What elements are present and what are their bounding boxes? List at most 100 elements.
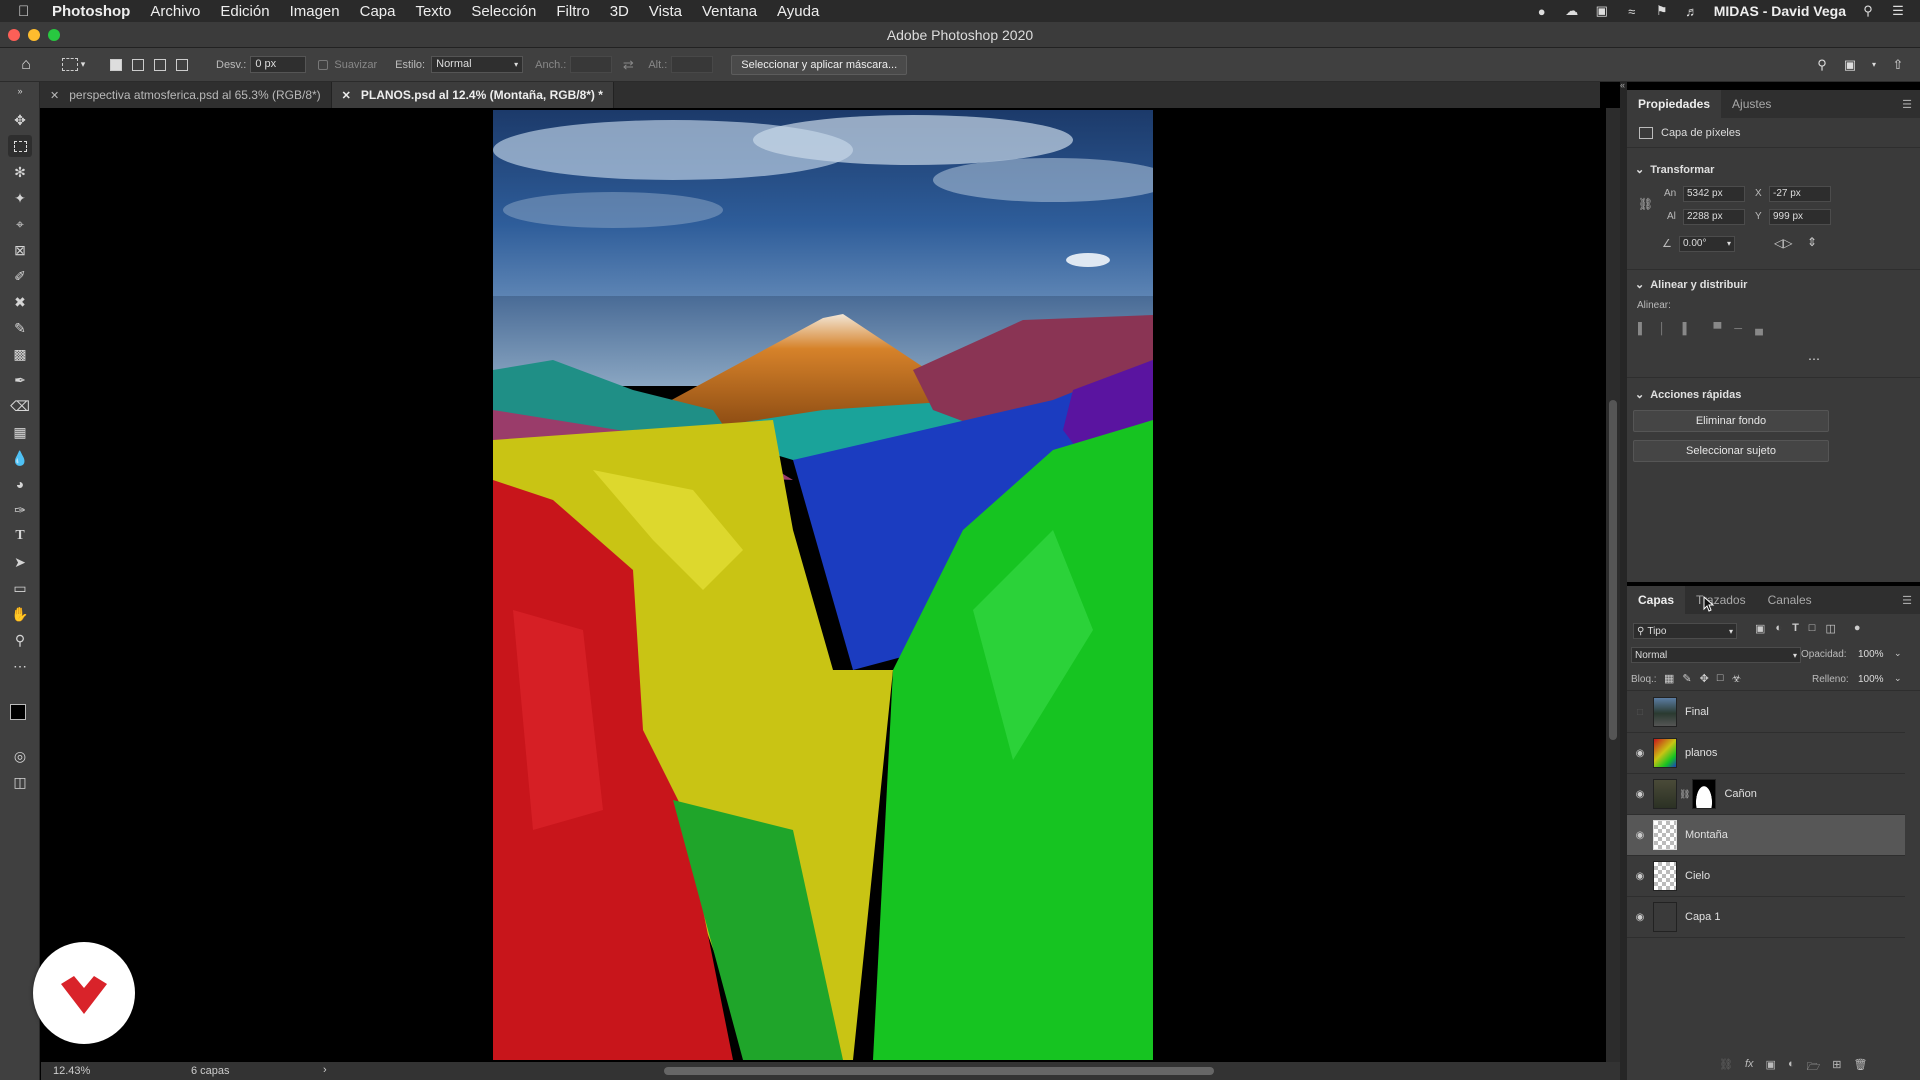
rectangle-tool-icon[interactable]: ▭ xyxy=(8,577,32,599)
link-dimensions-icon[interactable]: ⛓ xyxy=(1638,197,1653,211)
chevron-down-icon[interactable]: ▾ xyxy=(1870,58,1878,72)
eye-icon[interactable]: ◉ xyxy=(1627,912,1653,923)
lock-transparency-icon[interactable]: ▦ xyxy=(1664,672,1674,685)
close-icon[interactable]: ✕ xyxy=(342,89,351,102)
feather-input[interactable]: 0 px xyxy=(250,56,307,73)
new-group-icon[interactable]: 🗁 xyxy=(1807,1058,1821,1077)
layer-mask-thumbnail[interactable] xyxy=(1692,779,1717,809)
flip-horizontal-icon[interactable]: ◁▷ xyxy=(1774,236,1792,250)
zoom-level[interactable]: 12.43% xyxy=(53,1065,90,1077)
align-left-icon[interactable]: ▌ xyxy=(1638,323,1646,335)
vertical-scroll-thumb[interactable] xyxy=(1609,400,1617,740)
layer-row-canon[interactable]: ◉ ⛓ Cañon xyxy=(1627,774,1905,815)
delete-layer-icon[interactable]: 🗑 xyxy=(1853,1058,1867,1077)
lock-artboard-icon[interactable]: □ xyxy=(1717,672,1724,685)
dodge-tool-icon[interactable]: ◕ xyxy=(8,473,32,495)
marquee-preset-icon[interactable] xyxy=(62,58,78,71)
menu-vista[interactable]: Vista xyxy=(649,3,682,20)
more-tools-icon[interactable]: ⋯ xyxy=(8,655,32,677)
menu-capa[interactable]: Capa xyxy=(360,3,396,20)
align-bottom-icon[interactable]: ▄ xyxy=(1755,323,1763,335)
remove-background-button[interactable]: Eliminar fondo xyxy=(1633,410,1829,432)
layer-name[interactable]: Montaña xyxy=(1685,829,1728,841)
blur-tool-icon[interactable]: 💧 xyxy=(8,447,32,469)
volume-icon[interactable]: ♬ xyxy=(1684,4,1700,19)
display-icon[interactable]: ▣ xyxy=(1594,3,1610,18)
menu-edicion[interactable]: Edición xyxy=(220,3,269,20)
wifi-icon[interactable]: ≈ xyxy=(1624,4,1640,19)
close-icon[interactable]: ✕ xyxy=(50,89,59,102)
more-options-icon[interactable]: ⋯ xyxy=(1808,352,1820,366)
align-center-v-icon[interactable]: ─ xyxy=(1734,323,1742,335)
clone-stamp-tool-icon[interactable]: ▩ xyxy=(8,343,32,365)
menu-texto[interactable]: Texto xyxy=(415,3,451,20)
path-selection-tool-icon[interactable]: ➤ xyxy=(8,551,32,573)
align-center-h-icon[interactable]: │ xyxy=(1659,323,1666,335)
tab-layers[interactable]: Capas xyxy=(1627,586,1686,614)
flip-vertical-icon[interactable]: ⇕ xyxy=(1807,235,1817,249)
layer-name[interactable]: planos xyxy=(1685,747,1717,759)
zoom-window-icon[interactable] xyxy=(48,29,60,41)
width-input[interactable] xyxy=(570,56,613,73)
new-layer-icon[interactable]: ⊞ xyxy=(1832,1058,1841,1077)
style-select[interactable]: Normal ▾ xyxy=(431,56,524,73)
align-right-icon[interactable]: ▐ xyxy=(1679,323,1687,335)
layer-row-montana[interactable]: ◉ Montaña xyxy=(1627,815,1905,856)
minimize-window-icon[interactable] xyxy=(28,29,40,41)
eraser-tool-icon[interactable]: ⌫ xyxy=(8,395,32,417)
home-icon[interactable]: ⌂ xyxy=(18,56,34,73)
collapse-panels-icon[interactable]: « xyxy=(1620,80,1625,90)
type-tool-icon[interactable]: T xyxy=(8,525,32,547)
antialias-checkbox[interactable] xyxy=(318,59,329,70)
layer-name[interactable]: Cañon xyxy=(1724,788,1756,800)
lock-all-icon[interactable]: ☣ xyxy=(1732,672,1742,685)
eyedropper-tool-icon[interactable]: ✐ xyxy=(8,265,32,287)
align-top-icon[interactable]: ▀ xyxy=(1713,323,1721,335)
flag-icon[interactable]: ⚑ xyxy=(1654,3,1670,18)
magic-wand-tool-icon[interactable]: ✦ xyxy=(8,187,32,209)
workspace-icon[interactable]: ▣ xyxy=(1842,57,1858,72)
rectangular-marquee-tool-icon[interactable] xyxy=(8,135,32,157)
tab-planos[interactable]: ✕ PLANOS.psd al 12.4% (Montaña, RGB/8*) … xyxy=(331,82,614,108)
tab-properties[interactable]: Propiedades xyxy=(1627,90,1722,118)
frame-tool-icon[interactable]: ⊠ xyxy=(8,239,32,261)
chevron-down-icon[interactable]: ⌄ xyxy=(1894,673,1902,684)
x-input[interactable]: -27 px xyxy=(1769,186,1831,202)
menu-app-photoshop[interactable]: Photoshop xyxy=(52,3,130,20)
tab-perspectiva[interactable]: ✕ perspectiva atmosferica.psd al 65.3% (… xyxy=(40,82,332,108)
filter-toggle-icon[interactable]: ● xyxy=(1854,622,1861,635)
screen-mode-icon[interactable]: ◫ xyxy=(8,771,32,793)
layer-row-planos[interactable]: ◉ planos xyxy=(1627,733,1905,774)
document-canvas-image[interactable] xyxy=(493,110,1153,1060)
transform-section-header[interactable]: ⌄ Transformar xyxy=(1635,163,1714,177)
foreground-color-swatch[interactable] xyxy=(10,704,26,720)
menu-filtro[interactable]: Filtro xyxy=(556,3,589,20)
panel-menu-icon[interactable]: ☰ xyxy=(1902,594,1912,607)
menu-archivo[interactable]: Archivo xyxy=(150,3,200,20)
eye-icon[interactable]: ◉ xyxy=(1627,789,1653,800)
share-icon[interactable]: ⇧ xyxy=(1890,57,1906,72)
layer-row-final[interactable]: □ Final xyxy=(1627,692,1905,733)
select-and-mask-button[interactable]: Seleccionar y aplicar máscara... xyxy=(731,54,908,75)
angle-input[interactable]: 0.00° ▾ xyxy=(1679,236,1735,252)
subtract-selection-icon[interactable] xyxy=(154,58,166,71)
add-selection-icon[interactable] xyxy=(132,58,144,71)
tab-paths[interactable]: Trazados xyxy=(1685,586,1757,614)
brush-tool-icon[interactable]: ✎ xyxy=(8,317,32,339)
new-selection-icon[interactable] xyxy=(110,58,122,71)
adjustment-layer-icon[interactable]: ◐ xyxy=(1788,1058,1795,1077)
blend-mode-select[interactable]: Normal ▾ xyxy=(1631,647,1801,663)
hand-tool-icon[interactable]: ✋ xyxy=(8,603,32,625)
menu-seleccion[interactable]: Selección xyxy=(471,3,536,20)
menu-ayuda[interactable]: Ayuda xyxy=(777,3,819,20)
visibility-off-icon[interactable]: □ xyxy=(1627,707,1653,718)
filter-smart-object-icon[interactable]: ◫ xyxy=(1825,622,1835,635)
collapse-toolbar-icon[interactable]: » xyxy=(8,80,32,102)
layer-row-cielo[interactable]: ◉ Cielo xyxy=(1627,856,1905,897)
eye-icon[interactable]: ◉ xyxy=(1627,748,1653,759)
panel-menu-icon[interactable]: ☰ xyxy=(1902,98,1912,111)
layer-name[interactable]: Cielo xyxy=(1685,870,1710,882)
gradient-tool-icon[interactable]: ▦ xyxy=(8,421,32,443)
select-subject-button[interactable]: Seleccionar sujeto xyxy=(1633,440,1829,462)
y-input[interactable]: 999 px xyxy=(1769,209,1831,225)
